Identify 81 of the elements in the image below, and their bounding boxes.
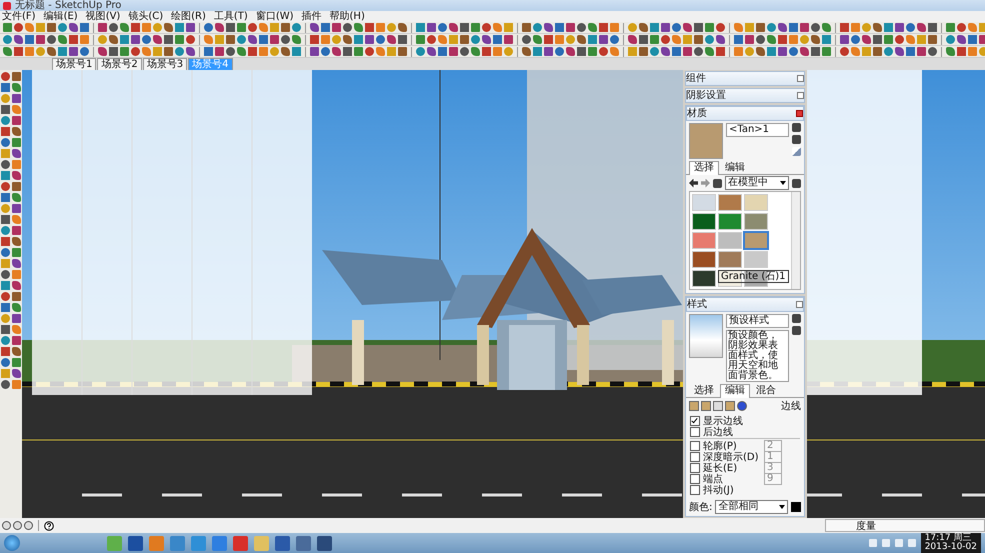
option-label: 端点 [703,472,724,484]
panel-title: 材质 [687,106,707,120]
color-well[interactable] [791,502,801,512]
section-label: 边线 [781,400,801,413]
material-swatch[interactable] [692,270,716,287]
close-icon[interactable] [796,110,803,117]
scene-tab[interactable]: 场景号1 [52,58,96,70]
material-swatch[interactable] [692,251,716,268]
color-label: 颜色: [689,500,712,514]
tray-header[interactable]: 组件 [685,71,805,86]
start-button[interactable] [4,535,20,551]
app-logo-icon [3,2,11,10]
menu-item[interactable]: 镜头(C) [128,11,164,22]
option-label: 轮廓(P) [703,440,738,452]
material-swatch[interactable] [692,232,716,249]
panel-tab[interactable]: 选择 [689,161,719,175]
option-label: 后边线 [703,425,733,438]
style-description: 预设颜色，阴影效果表面样式，使用天空和地面背景色。 [726,330,789,382]
menu-item[interactable]: 工具(T) [214,11,248,22]
tooltip: Granite (石)1 [718,270,789,283]
collection-dropdown[interactable]: 在模型中 [725,176,789,190]
taskbar-app-icon[interactable] [275,536,290,550]
material-swatch[interactable] [718,194,742,211]
checkbox[interactable] [690,426,700,436]
scene-tab[interactable]: 场景号3 [142,58,188,70]
option-label: 深度暗示(D) [703,450,760,462]
menu-item[interactable]: 窗口(W) [256,11,294,22]
panel-tab[interactable]: 编辑 [720,161,750,174]
scene-tab[interactable]: 场景号2 [97,58,142,70]
help-icon[interactable] [44,520,54,530]
tray-title: 组件 [686,72,706,86]
scrollbar[interactable] [791,192,800,289]
style-thumbnail [689,314,723,358]
menu-item[interactable]: 帮助(H) [330,11,365,22]
clock-date: 2013-10-02 [924,543,977,552]
material-swatch[interactable] [692,194,716,211]
checkbox[interactable] [690,474,700,484]
clock-time: 17:17 周三 [924,534,972,543]
taskbar-app-icon[interactable] [317,536,332,550]
tray-icon[interactable] [868,539,877,547]
option-label: 显示边线 [703,414,744,426]
checkbox[interactable] [690,462,700,472]
color-mode-dropdown[interactable]: 全部相同 [715,500,788,514]
material-swatch[interactable] [718,213,742,230]
material-swatch[interactable] [744,194,768,211]
taskbar-app-icon[interactable] [128,536,143,550]
menu-item[interactable]: 绘图(R) [171,11,206,22]
checkbox[interactable] [690,416,700,426]
menu-item[interactable]: 插件 [302,11,322,22]
tray-title: 阴影设置 [686,88,726,102]
close-icon[interactable] [796,301,803,308]
checkbox[interactable] [690,440,700,450]
checkbox[interactable] [690,484,700,494]
window-title: 无标题 - SketchUp Pro [15,0,122,11]
option-label: 抖动(J) [703,484,735,496]
style-name-field[interactable]: 预设样式 [726,314,789,328]
panel-tab[interactable]: 混合 [751,384,781,397]
tray-header[interactable]: 阴影设置 [685,88,805,103]
material-swatch[interactable] [744,232,768,249]
material-preview-swatch [689,123,723,159]
panel-tab[interactable]: 编辑 [720,384,750,398]
taskbar-app-icon[interactable] [233,536,248,550]
material-swatch[interactable] [718,232,742,249]
measurements-label: 度量 [856,520,876,532]
expand-icon[interactable] [797,75,804,82]
material-name-field[interactable]: <Tan>1 [726,123,789,137]
panel-tab[interactable]: 选择 [689,384,719,397]
taskbar-app-icon[interactable] [296,536,311,550]
material-swatch[interactable] [744,251,768,268]
menu-item[interactable]: 编辑(E) [44,11,78,22]
menu-item[interactable]: 视图(V) [86,11,120,22]
taskbar-app-icon[interactable] [170,536,185,550]
panel-title: 样式 [687,298,707,312]
material-swatch[interactable] [718,251,742,268]
taskbar-app-icon[interactable] [212,536,227,550]
material-swatch[interactable] [692,213,716,230]
option-label: 延长(E) [703,462,738,474]
material-swatch[interactable] [744,213,768,230]
checkbox[interactable] [690,452,700,462]
menu-item[interactable]: 文件(F) [2,11,36,22]
expand-icon[interactable] [797,92,804,99]
